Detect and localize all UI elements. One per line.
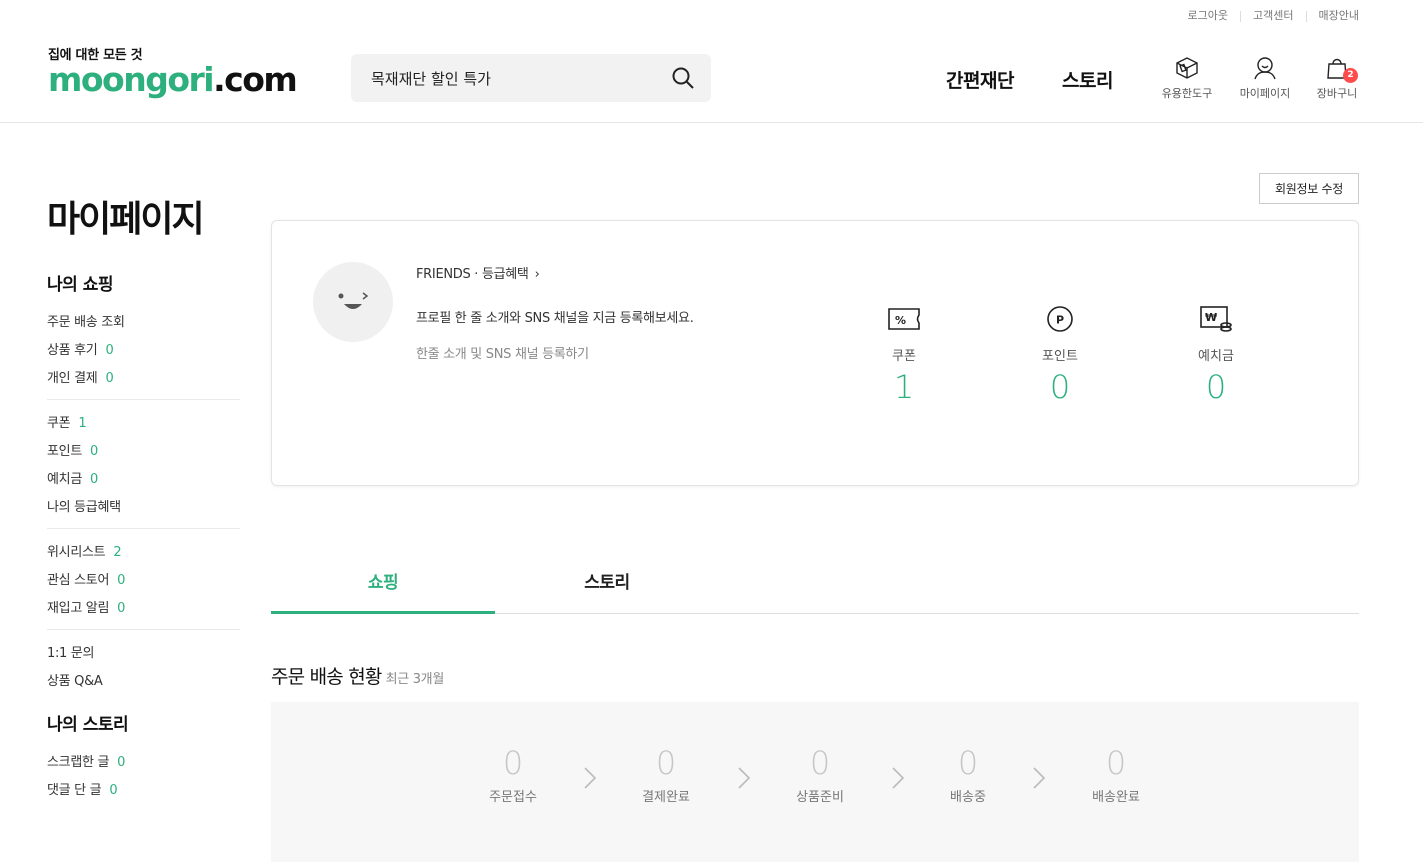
side-item-point[interactable]: 포인트 0 [47, 438, 240, 466]
order-step-shipping[interactable]: 0 배송중 [923, 744, 1013, 805]
coupon-icon: % [888, 308, 920, 330]
content-tabs: 쇼핑 스토리 [271, 558, 1359, 614]
search-icon[interactable] [671, 66, 695, 90]
tab-shopping[interactable]: 쇼핑 [271, 558, 495, 614]
stat-point[interactable]: P 포인트 0 [1015, 305, 1105, 406]
tab-story[interactable]: 스토리 [495, 558, 719, 614]
side-section-title: 나의 쇼핑 [47, 275, 113, 295]
side-section-title: 나의 스토리 [47, 715, 129, 735]
search-input[interactable] [371, 66, 661, 90]
deposit-icon: ₩ [1200, 306, 1232, 332]
stat-coupon[interactable]: % 쿠폰 1 [859, 305, 949, 406]
chevron-right-icon [738, 767, 751, 789]
search-bar [351, 54, 711, 102]
side-item-inquiry[interactable]: 1:1 문의 [47, 640, 240, 668]
toolbox-icon [1176, 57, 1198, 79]
register-intro-link[interactable]: 한줄 소개 및 SNS 채널 등록하기 [416, 343, 589, 362]
customer-center-link[interactable]: 고객센터 [1241, 9, 1305, 23]
divider [47, 399, 240, 400]
divider [47, 629, 240, 630]
side-item-comments[interactable]: 댓글 단 글0 [47, 777, 240, 805]
order-step-paid[interactable]: 0 결제완료 [621, 744, 711, 805]
chevron-right-icon [892, 767, 905, 789]
profile-card: FRIENDS · 등급혜택 › 프로필 한 줄 소개와 SNS 채널을 지금 등… [271, 220, 1359, 486]
side-item-wishlist[interactable]: 위시리스트 2 [47, 539, 240, 567]
stat-deposit[interactable]: ₩ 예치금 0 [1171, 305, 1261, 406]
side-item-grade-benefit[interactable]: 나의 등급혜택 [47, 494, 240, 522]
svg-text:%: % [895, 314, 906, 327]
user-icon [1254, 57, 1276, 80]
divider [47, 528, 240, 529]
store-info-link[interactable]: 매장안내 [1307, 9, 1359, 23]
logout-link[interactable]: 로그아웃 [1176, 9, 1240, 23]
side-item-deposit[interactable]: 예치금 0 [47, 466, 240, 494]
side-item-favorite-store[interactable]: 관심 스토어 0 [47, 567, 240, 595]
util-links: 로그아웃 고객센터 매장안내 [1176, 9, 1359, 23]
avatar[interactable] [313, 262, 393, 342]
chevron-right-icon [584, 767, 597, 789]
logo-wordmark: moongori.com [48, 60, 298, 99]
side-item-restock-alert[interactable]: 재입고 알림 0 [47, 595, 240, 623]
chevron-right-icon [1033, 767, 1046, 789]
order-status-title: 주문 배송 현황 최근 3개월 [271, 666, 445, 688]
svg-text:P: P [1056, 314, 1064, 327]
mypage-button[interactable]: 마이페이지 [1236, 55, 1294, 101]
cart-count-badge: 2 [1343, 68, 1358, 83]
useful-tools-button[interactable]: 유용한도구 [1158, 55, 1216, 101]
nav-easy-cut[interactable]: 간편재단 [946, 66, 1014, 93]
page-title: 마이페이지 [47, 199, 205, 240]
cart-button[interactable]: 2 장바구니 [1314, 55, 1360, 101]
order-step-delivered[interactable]: 0 배송완료 [1071, 744, 1161, 805]
side-item-scrap[interactable]: 스크랩한 글0 [47, 749, 240, 777]
order-status-box: 0 주문접수 0 결제완료 0 상품준비 0 배송중 0 배송완료 [271, 702, 1359, 862]
order-period: 최근 3개월 [385, 672, 445, 687]
side-item-order-tracking[interactable]: 주문 배송 조회 [47, 309, 240, 337]
header: 로그아웃 고객센터 매장안내 집에 대한 모든 것 moongori.com 간… [0, 0, 1423, 123]
wink-face-icon [338, 292, 369, 309]
order-step-received[interactable]: 0 주문접수 [468, 744, 558, 805]
profile-intro-text: 프로필 한 줄 소개와 SNS 채널을 지금 등록해보세요. [416, 311, 694, 326]
logo[interactable]: 집에 대한 모든 것 moongori.com [48, 44, 298, 99]
order-step-preparing[interactable]: 0 상품준비 [775, 744, 865, 805]
side-menu: 나의 쇼핑 주문 배송 조회 상품 후기 0 개인 결제 0 쿠폰 1 포인트 0 예치… [47, 270, 240, 805]
side-item-product-qna[interactable]: 상품 Q&A [47, 668, 240, 696]
side-item-reviews[interactable]: 상품 후기 0 [47, 337, 240, 365]
nav-story[interactable]: 스토리 [1062, 66, 1113, 93]
chevron-right-icon: › [534, 267, 540, 282]
edit-profile-button[interactable]: 회원정보 수정 [1259, 173, 1359, 204]
svg-text:₩: ₩ [1205, 311, 1217, 324]
side-item-personal-payment[interactable]: 개인 결제 0 [47, 365, 240, 393]
grade-link[interactable]: FRIENDS · 등급혜택 › [416, 263, 540, 282]
point-icon: P [1047, 306, 1073, 332]
side-item-coupon[interactable]: 쿠폰 1 [47, 410, 240, 438]
